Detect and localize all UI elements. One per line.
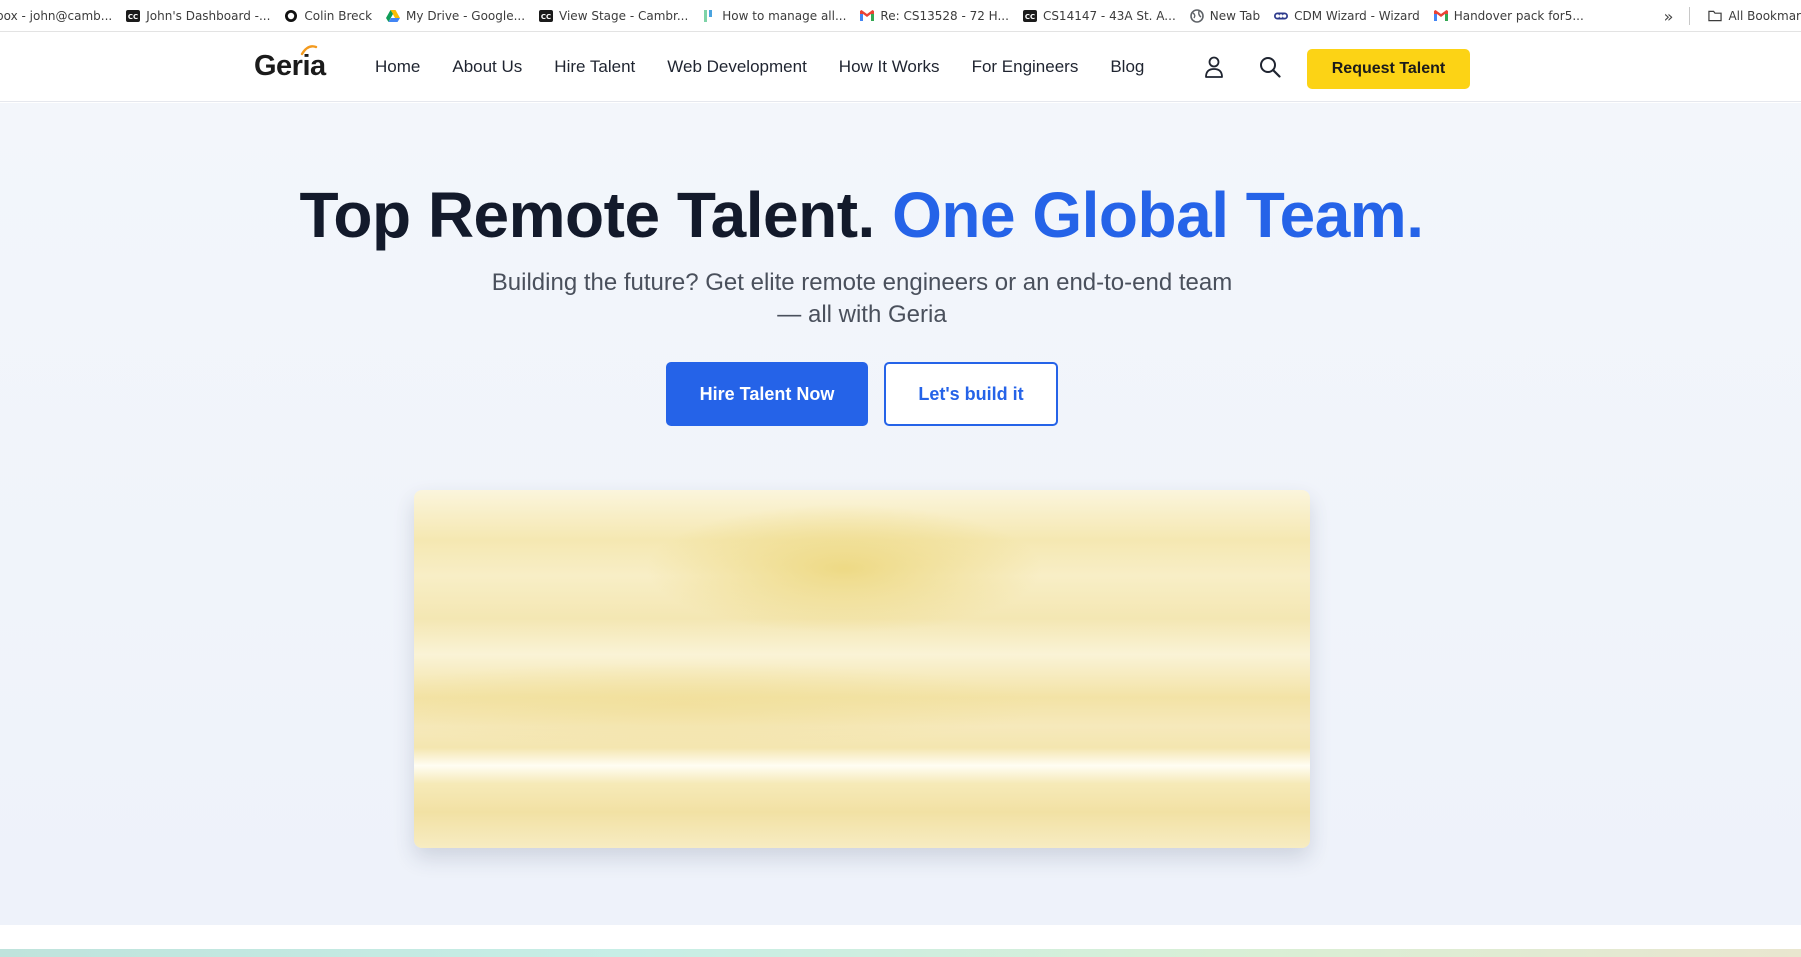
hero-image (414, 490, 1310, 848)
bookmark-label: John's Dashboard -... (146, 8, 271, 23)
nav-web-development[interactable]: Web Development (667, 57, 807, 77)
search-icon[interactable] (1259, 56, 1281, 78)
svg-text:CC: CC (1025, 13, 1035, 21)
logo[interactable]: Geria (254, 45, 326, 83)
bookmark-item[interactable]: CC John's Dashboard -... (120, 4, 278, 28)
gmail-icon (1433, 9, 1448, 23)
bookmarks-right: » All Bookmar (1649, 0, 1801, 31)
bookmark-label: CDM Wizard - Wizard (1294, 8, 1420, 23)
nav-home[interactable]: Home (375, 57, 420, 77)
site-header: Geria Home About Us Hire Talent Web Deve… (0, 32, 1801, 102)
logo-swoosh-icon (300, 45, 318, 56)
bookmark-item[interactable]: Colin Breck (278, 4, 380, 28)
hero-section: Top Remote Talent. One Global Team. Buil… (0, 103, 1801, 925)
cdm-icon (1274, 9, 1289, 23)
all-bookmarks-label: All Bookmar (1728, 9, 1801, 23)
bookmark-item[interactable]: New Tab (1184, 4, 1268, 28)
nav-blog[interactable]: Blog (1110, 57, 1144, 77)
cc-icon: CC (1022, 9, 1037, 23)
hero-title-main: Top Remote Talent. (299, 179, 893, 251)
gmail-icon (860, 9, 875, 23)
svg-text:CC: CC (128, 13, 138, 21)
bookmark-label: Handover pack for5... (1453, 8, 1584, 23)
circle-icon (284, 9, 298, 23)
user-icon[interactable] (1203, 56, 1225, 78)
hire-talent-now-button[interactable]: Hire Talent Now (666, 362, 868, 426)
nav-hire-talent[interactable]: Hire Talent (554, 57, 635, 77)
hero-title-accent: One Global Team. (892, 179, 1424, 251)
main-nav: Home About Us Hire Talent Web Developmen… (375, 32, 1176, 102)
nav-how-it-works[interactable]: How It Works (839, 57, 940, 77)
bookmarks-overflow-button[interactable]: » (1660, 7, 1678, 26)
bookmark-label: View Stage - Cambr... (559, 8, 689, 23)
bookmark-label: How to manage all... (722, 8, 847, 23)
globe-icon (1189, 8, 1204, 23)
lets-build-it-button[interactable]: Let's build it (884, 362, 1058, 426)
bookmark-label: Colin Breck (304, 8, 373, 23)
bookmark-label: New Tab (1209, 8, 1261, 23)
google-drive-icon (386, 9, 401, 23)
all-bookmarks-button[interactable]: All Bookmar (1702, 4, 1801, 28)
hero-subtitle: Building the future? Get elite remote en… (491, 269, 1233, 328)
folder-icon (1708, 9, 1723, 23)
bookmark-label: Re: CS13528 - 72 H... (880, 8, 1009, 23)
bookmark-item[interactable]: CDM Wizard - Wizard (1268, 4, 1428, 28)
bookmark-item[interactable]: Re: CS13528 - 72 H... (854, 4, 1017, 28)
bookmark-label: CS14147 - 43A St. A... (1042, 8, 1176, 23)
bars-icon (702, 9, 716, 23)
hero-title: Top Remote Talent. One Global Team. (0, 178, 1723, 252)
bookmark-item[interactable]: My Drive - Google... (380, 4, 533, 28)
bookmark-item[interactable]: box - john@camb... (0, 4, 120, 28)
bookmarks-divider (1689, 7, 1691, 25)
page-bottom-band (0, 925, 1801, 949)
nav-for-engineers[interactable]: For Engineers (972, 57, 1079, 77)
bookmarks-bar: box - john@camb... CC John's Dashboard -… (0, 0, 1801, 32)
bookmark-item[interactable]: CC View Stage - Cambr... (533, 4, 696, 28)
nav-about-us[interactable]: About Us (452, 57, 522, 77)
cc-icon: CC (539, 9, 554, 23)
svg-text:CC: CC (541, 13, 551, 21)
bookmark-label: My Drive - Google... (406, 8, 526, 23)
request-talent-button[interactable]: Request Talent (1307, 49, 1470, 89)
taskbar-strip (0, 949, 1801, 957)
bookmark-item[interactable]: Handover pack for5... (1428, 4, 1592, 28)
cc-icon: CC (126, 9, 141, 23)
bookmark-item[interactable]: CC CS14147 - 43A St. A... (1017, 4, 1184, 28)
bookmark-label: box - john@camb... (0, 8, 113, 23)
bookmark-item[interactable]: How to manage all... (696, 4, 854, 28)
